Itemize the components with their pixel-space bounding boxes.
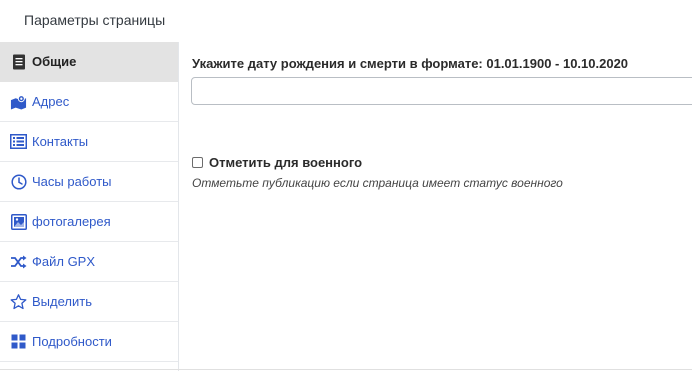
- sidebar-item-highlight[interactable]: Выделить: [0, 282, 178, 322]
- sidebar-item-label: Подробности: [32, 334, 112, 349]
- date-field-label: Укажите дату рождения и смерти в формате…: [192, 56, 629, 71]
- list-icon: [10, 133, 27, 150]
- sidebar-item-label: Выделить: [32, 294, 92, 309]
- birth-death-date-input[interactable]: [191, 77, 692, 105]
- image-icon: [10, 213, 27, 230]
- sidebar-item-label: Адрес: [32, 94, 70, 109]
- bottom-divider: [0, 369, 692, 370]
- clock-icon: [10, 173, 27, 190]
- military-help-text: Отметьте публикацию если страница имеет …: [192, 176, 563, 190]
- sidebar-item-label: Контакты: [32, 134, 89, 149]
- page-header: Параметры страницы: [0, 0, 692, 42]
- military-checkbox-label[interactable]: Отметить для военного: [209, 155, 362, 170]
- military-checkbox[interactable]: [192, 157, 203, 168]
- sidebar-item-gpx[interactable]: Файл GPX: [0, 242, 178, 282]
- sidebar-item-gallery[interactable]: фотогалерея: [0, 202, 178, 242]
- sidebar-item-label: Общие: [32, 54, 77, 69]
- shuffle-icon: [10, 253, 27, 270]
- sidebar-item-label: Файл GPX: [32, 254, 96, 269]
- document-icon: [10, 53, 27, 70]
- sidebar-item-details[interactable]: Подробности: [0, 322, 178, 362]
- sidebar-item-address[interactable]: Адрес: [0, 82, 178, 122]
- sidebar-item-general[interactable]: Общие: [0, 42, 178, 82]
- main-panel: Укажите дату рождения и смерти в формате…: [190, 42, 692, 371]
- sidebar-item-hours[interactable]: Часы работы: [0, 162, 178, 202]
- sidebar-item-label: фотогалерея: [32, 214, 111, 229]
- sidebar-item-contacts[interactable]: Контакты: [0, 122, 178, 162]
- map-icon: [10, 93, 27, 110]
- star-icon: [10, 293, 27, 310]
- sidebar-item-label: Часы работы: [32, 174, 112, 189]
- military-checkbox-row: Отметить для военного: [192, 155, 362, 170]
- sidebar-nav: Общие Адрес Контакты Часы работы фотогал…: [0, 42, 179, 371]
- page-title: Параметры страницы: [24, 12, 166, 28]
- grid-icon: [10, 333, 27, 350]
